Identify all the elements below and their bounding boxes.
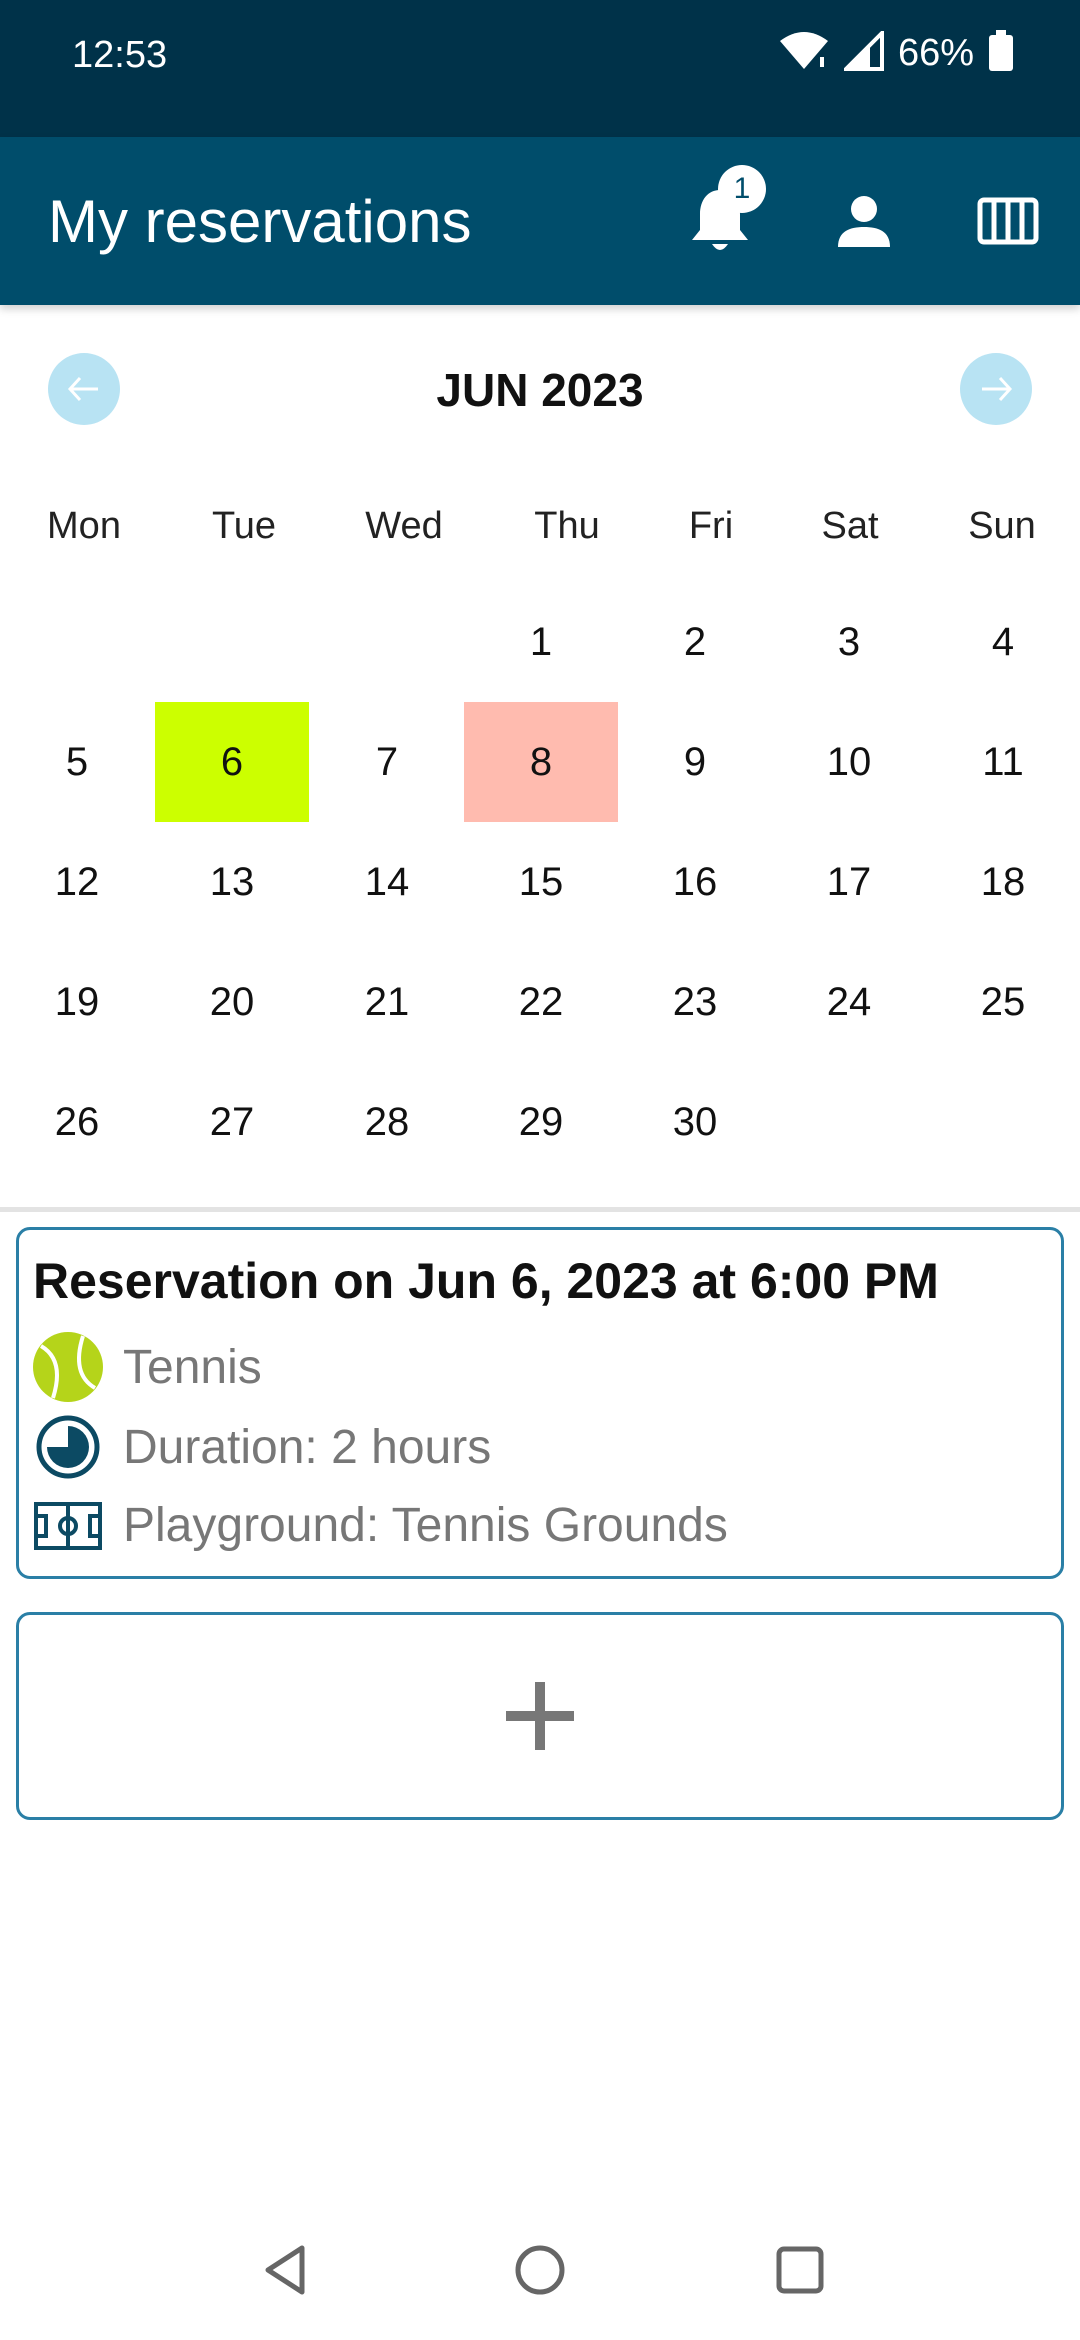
nav-recents-button[interactable] [750, 2220, 850, 2320]
calendar-day[interactable]: 26 [0, 1062, 154, 1182]
courts-button[interactable] [960, 173, 1056, 269]
calendar-day[interactable]: 17 [772, 822, 926, 942]
reservation-duration-row: Duration: 2 hours [31, 1414, 491, 1480]
calendar-day[interactable]: 29 [464, 1062, 618, 1182]
weekday-label: Fri [688, 505, 734, 547]
weekday-label: Thu [534, 505, 600, 547]
reservation-title: Reservation on Jun 6, 2023 at 6:00 PM [33, 1253, 939, 1309]
status-time: 12:53 [72, 34, 168, 76]
calendar-day[interactable]: 28 [310, 1062, 464, 1182]
calendar-day-reserved[interactable]: 8 [464, 702, 618, 822]
clock-icon [36, 1415, 100, 1479]
weekday-label: Sun [968, 505, 1036, 547]
person-icon [838, 196, 890, 247]
system-nav-bar [0, 2200, 1080, 2340]
reservation-sport-row: Tennis [31, 1330, 262, 1404]
battery-icon [988, 30, 1014, 77]
calendar-day[interactable]: 5 [0, 702, 154, 822]
profile-button[interactable] [816, 173, 912, 269]
weekday-label: Mon [47, 505, 121, 547]
calendar-day-reserved-selected[interactable]: 6 [155, 702, 309, 822]
calendar-day[interactable]: 14 [310, 822, 464, 942]
calendar-day[interactable]: 24 [772, 942, 926, 1062]
calendar-day[interactable]: 20 [155, 942, 309, 1062]
calendar-day[interactable]: 21 [310, 942, 464, 1062]
calendar-day[interactable]: 11 [926, 702, 1080, 822]
calendar-day[interactable]: 25 [926, 942, 1080, 1062]
calendar-day-empty [926, 1062, 1080, 1182]
calendar-day[interactable]: 12 [0, 822, 154, 942]
calendar-day[interactable]: 1 [464, 582, 618, 702]
weekday-label: Tue [211, 505, 277, 547]
calendar-day[interactable]: 13 [155, 822, 309, 942]
reservation-playground-row: Playground: Tennis Grounds [31, 1498, 728, 1553]
app-bar: My reservations 1 [0, 137, 1080, 305]
calendar-day[interactable]: 9 [618, 702, 772, 822]
home-circle-icon [515, 2245, 565, 2295]
calendar-day[interactable]: 27 [155, 1062, 309, 1182]
calendar-day[interactable]: 19 [0, 942, 154, 1062]
add-reservation-button[interactable] [16, 1612, 1064, 1820]
tennis-ball-icon [33, 1332, 103, 1402]
calendar-day[interactable]: 23 [618, 942, 772, 1062]
calendar-day-empty [0, 582, 154, 702]
court-grid-icon [977, 197, 1039, 245]
status-icons: 66% [778, 28, 1014, 77]
calendar-day[interactable]: 2 [618, 582, 772, 702]
month-label: JUN 2023 [436, 364, 644, 416]
calendar-day[interactable]: 4 [926, 582, 1080, 702]
nav-back-button[interactable] [236, 2220, 336, 2320]
page-title: My reservations [48, 188, 472, 255]
nav-home-button[interactable] [490, 2220, 590, 2320]
calendar-day[interactable]: 18 [926, 822, 1080, 942]
reservation-card[interactable]: Reservation on Jun 6, 2023 at 6:00 PM Te… [16, 1227, 1064, 1579]
field-icon [34, 1501, 102, 1550]
reservation-duration: Duration: 2 hours [123, 1420, 492, 1474]
status-bar: 12:53 66% [0, 0, 1080, 137]
calendar-day-empty [772, 1062, 926, 1182]
calendar-day-empty [155, 582, 309, 702]
section-divider [0, 1207, 1080, 1212]
calendar-day-empty [310, 582, 464, 702]
signal-icon [841, 28, 884, 76]
notification-badge: 1 [718, 165, 766, 213]
next-month-button[interactable] [960, 353, 1032, 425]
weekday-label: Sat [821, 505, 879, 547]
reservation-sport: Tennis [123, 1340, 262, 1394]
weekday-header-row: Mon Tue Wed Thu Fri Sat Sun [0, 505, 1080, 555]
arrow-right-icon [982, 376, 1013, 402]
wifi-icon [778, 31, 830, 76]
recents-square-icon [776, 2246, 824, 2294]
back-triangle-icon [265, 2245, 305, 2295]
battery-percent: 66% [897, 32, 974, 74]
calendar-day[interactable]: 3 [772, 582, 926, 702]
calendar-day[interactable]: 10 [772, 702, 926, 822]
calendar-day[interactable]: 30 [618, 1062, 772, 1182]
calendar-day[interactable]: 7 [310, 702, 464, 822]
calendar-day[interactable]: 15 [464, 822, 618, 942]
plus-icon [506, 1682, 574, 1750]
reservation-playground: Playground: Tennis Grounds [123, 1499, 728, 1552]
calendar-day[interactable]: 22 [464, 942, 618, 1062]
weekday-label: Wed [365, 505, 443, 547]
calendar-day[interactable]: 16 [618, 822, 772, 942]
